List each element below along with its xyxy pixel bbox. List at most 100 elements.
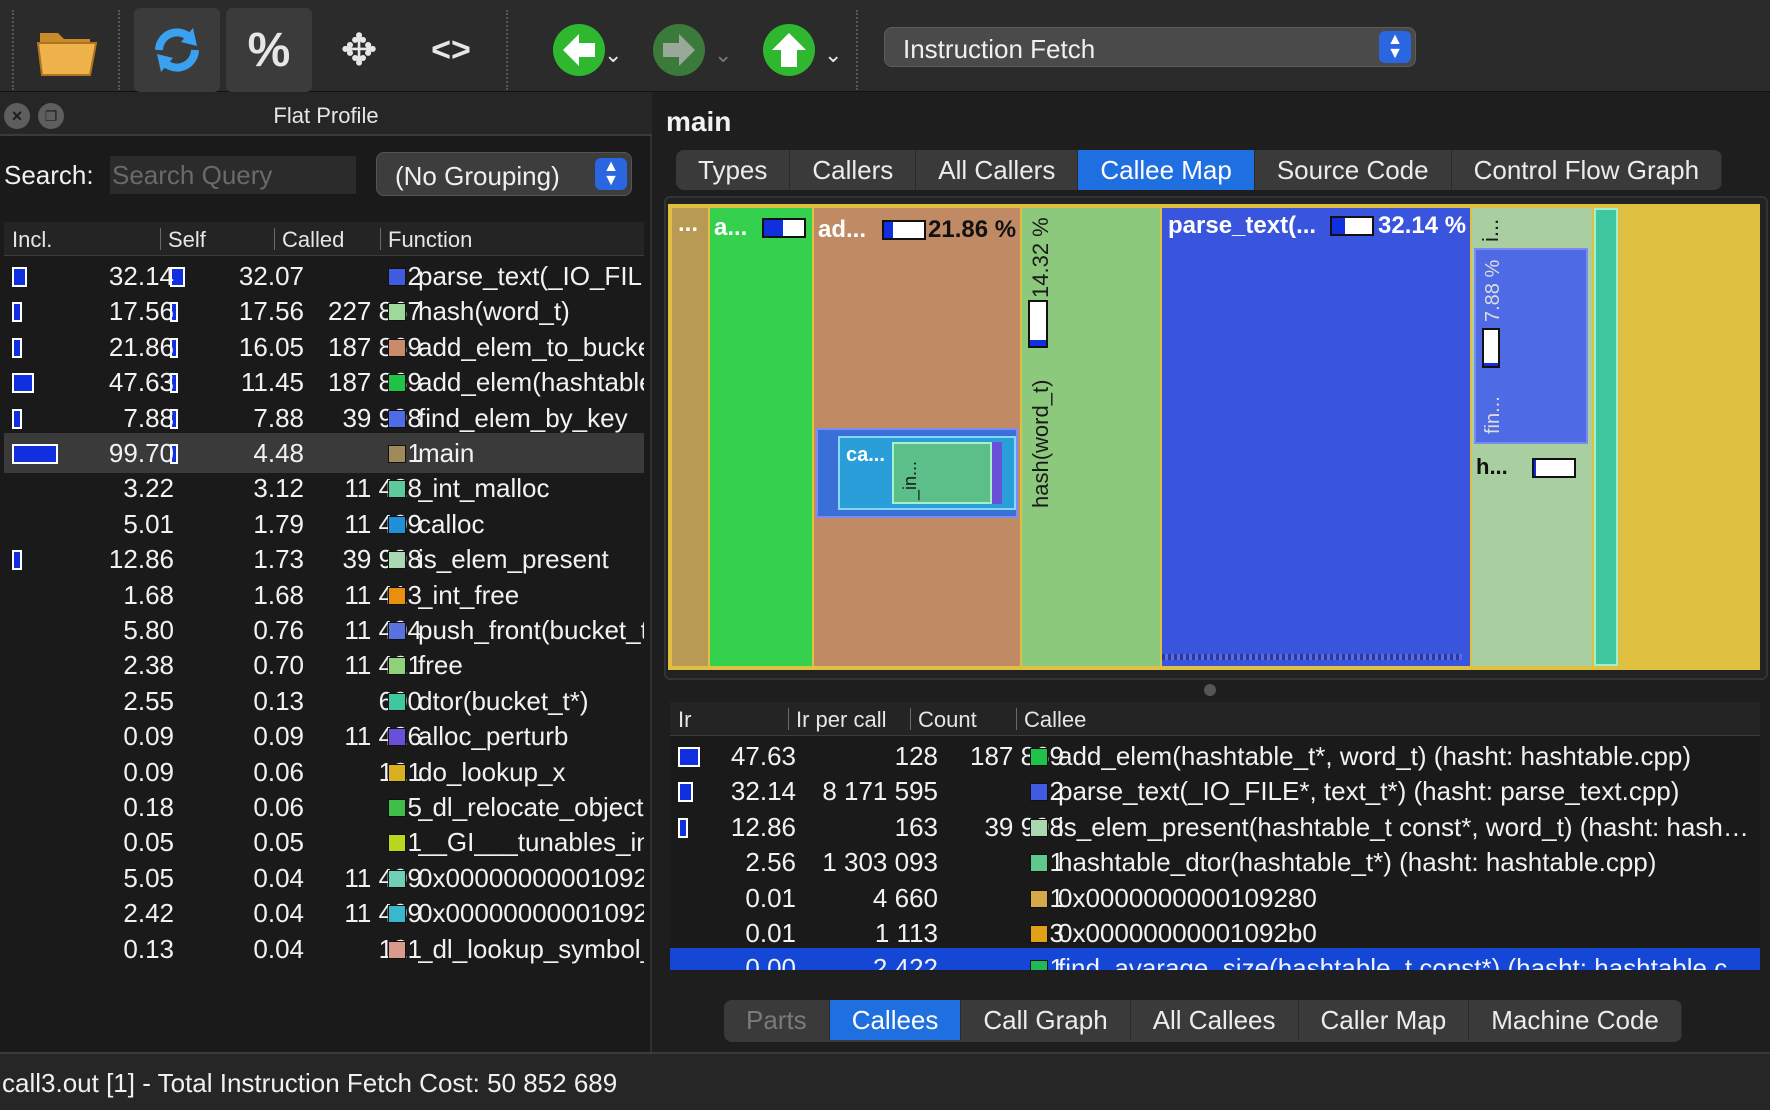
treemap-cell-add-elem[interactable]: a... (710, 208, 812, 666)
forward-history-dropdown[interactable]: ⌄ (714, 42, 732, 68)
table-row[interactable]: 5.01 1.79 11 409 calloc (4, 504, 644, 544)
table-row[interactable]: 12.86 163 39 998 is_elem_present(hashtable_… (670, 807, 1760, 847)
tab-all-callers[interactable]: All Callers (916, 150, 1079, 190)
treemap-cost-bar (882, 220, 926, 240)
treemap-cell-calloc-outer[interactable]: ca... _in... (816, 428, 1018, 518)
function-cell: _int_free (418, 579, 520, 610)
treemap-cell-find-elem[interactable]: fin... 7.88 % (1474, 248, 1588, 444)
tab-parts[interactable]: Parts (724, 1000, 830, 1040)
table-row[interactable]: 5.05 0.04 11 4090x0000000000109280 (4, 858, 644, 898)
callees-table: 47.63 128 187 869 add_elem(hashtable_t*, wo… (670, 736, 1760, 970)
table-row[interactable]: 12.86 1.73 39 998 is_elem_present (4, 539, 644, 579)
search-label: Search: (4, 160, 94, 190)
expand-templates-button[interactable]: <> (408, 8, 494, 92)
tab-caller-map[interactable]: Caller Map (1299, 1000, 1470, 1040)
table-row[interactable]: 2.42 0.04 11 4090x00000000001092b0 (4, 893, 644, 933)
col-self-header[interactable]: Self (168, 227, 206, 253)
table-row[interactable]: 0.09 0.09 11 426 alloc_perturb (4, 716, 644, 756)
treemap-cell-int-malloc[interactable]: _in... (892, 442, 992, 504)
col-callee-header[interactable]: Callee (1024, 707, 1086, 733)
callees-header: Ir Ir per call Count Callee (670, 702, 1760, 736)
tab-types[interactable]: Types (676, 150, 791, 190)
incl-cost-bar (12, 302, 22, 323)
treemap-cell-percent: 32.14 % (1378, 212, 1467, 239)
function-cell: 0x00000000001092b0 (418, 898, 644, 929)
open-button[interactable] (24, 8, 110, 92)
table-row[interactable]: 0.090.06121do_lookup_x (4, 752, 644, 792)
cost-color-swatch (388, 445, 406, 463)
cost-color-swatch (388, 515, 406, 534)
tab-callees[interactable]: Callees (829, 1000, 962, 1040)
treemap-cell-other[interactable]: ... (672, 208, 708, 666)
cost-color-swatch (388, 622, 406, 640)
table-row[interactable]: 2.56 1 303 093 1 hashtable_dtor(hashtable_t… (670, 842, 1760, 882)
table-row[interactable]: 1.68 1.68 11 413 _int_free (4, 575, 644, 615)
cycle-detection-button[interactable]: ✥ (316, 8, 402, 92)
treemap-cell-parse-text[interactable]: parse_text(... 32.14 % (1162, 208, 1470, 666)
grouping-select[interactable]: (No Grouping) ▲ ▼ (376, 152, 632, 196)
incl-cell: 2.55 (123, 685, 174, 716)
tab-control-flow-graph[interactable]: Control Flow Graph (1452, 150, 1723, 190)
treemap-cost-bar (1482, 328, 1500, 368)
refresh-button[interactable] (134, 8, 220, 92)
splitter-handle[interactable] (1204, 684, 1216, 696)
col-ir-per-call-header[interactable]: Ir per call (796, 707, 886, 733)
treemap-cell-label: i... (1478, 218, 1503, 242)
table-row[interactable]: 0.130.04121_dl_lookup_symbol_x (4, 929, 644, 969)
up-history-dropdown[interactable]: ⌄ (824, 42, 842, 68)
table-row[interactable]: 0.18 0.06 5 _dl_relocate_object (4, 787, 644, 827)
table-row[interactable]: 0.05 0.05 1 __GI___tunables_init (4, 822, 644, 862)
col-ir-header[interactable]: Ir (678, 707, 691, 733)
table-row[interactable]: 0.01 4 660 1 0x0000000000109280 (670, 878, 1760, 918)
up-button[interactable] (746, 8, 832, 92)
treemap-cell-calloc[interactable]: ca... _in... (838, 436, 1016, 510)
back-history-dropdown[interactable]: ⌄ (604, 42, 622, 68)
search-input[interactable] (110, 156, 356, 194)
flat-profile-header: Incl. Self Called Function (4, 222, 644, 256)
table-row[interactable]: 0.00 2 422 1 find_avarage_size(hashtable_t … (670, 948, 1760, 970)
treemap-cell-hash[interactable]: hash(word_t) 14.32 % (1022, 208, 1160, 666)
table-row[interactable]: 47.63 11.45 187 869add_elem(hashtable_t*, … (4, 362, 644, 402)
table-row[interactable]: 3.22 3.12 11 428 _int_malloc (4, 468, 644, 508)
table-row[interactable]: 99.70 4.48 1 main (4, 433, 644, 473)
table-row[interactable]: 32.1432.072parse_text(_IO_FILE*, text_t*… (4, 256, 644, 296)
table-row[interactable]: 0.01 1 113 3 0x00000000001092b0 (670, 913, 1760, 953)
treemap-cell-add-elem-to-bucket[interactable]: ad... 21.86 % ca... _in... (814, 208, 1020, 666)
table-row[interactable]: 17.56 17.56 227 867 hash(word_t) (4, 291, 644, 331)
self-cell: 16.05 (238, 331, 304, 362)
ir-cell: 32.14 (730, 776, 796, 807)
tab-source-code[interactable]: Source Code (1255, 150, 1452, 190)
table-row[interactable]: 7.88 7.88 39 998 find_elem_by_key (4, 398, 644, 438)
table-row[interactable]: 5.80 0.76 11 404 push_front(bucket_t*) (4, 610, 644, 650)
col-incl-header[interactable]: Incl. (12, 227, 52, 253)
table-row[interactable]: 21.86 16.05 187 869 add_elem_to_bucket (4, 327, 644, 367)
percentage-button[interactable]: % (226, 8, 312, 92)
called-cell: 11 409 (344, 508, 422, 539)
called-cell: 11 409 (344, 862, 422, 893)
event-type-select[interactable]: Instruction Fetch ▲ ▼ (884, 27, 1416, 67)
tab-call-graph[interactable]: Call Graph (961, 1000, 1131, 1040)
tab-all-callees[interactable]: All Callees (1131, 1000, 1299, 1040)
treemap-cell-is-elem-present[interactable]: i... fin... 7.88 % h... (1472, 208, 1592, 666)
flat-profile-title: Flat Profile (273, 103, 379, 128)
self-cell: 0.04 (253, 862, 304, 893)
incl-cell: 0.05 (123, 827, 174, 858)
ir-per-call-cell: 4 660 (872, 882, 938, 913)
col-called-header[interactable]: Called (282, 227, 344, 253)
forward-button[interactable] (636, 8, 722, 92)
incl-cost-bar (12, 373, 35, 394)
treemap-cell-alloc-perturb[interactable] (992, 442, 1002, 504)
table-row[interactable]: 2.38 0.70 11 421 free (4, 645, 644, 685)
function-detail-panel: main Types Callers All Callers Callee Map So… (654, 92, 1770, 1052)
count-cell: 39 998 (984, 811, 1064, 842)
tab-callee-map[interactable]: Callee Map (1078, 150, 1255, 190)
table-row[interactable]: 47.63 128 187 869 add_elem(hashtable_t*, wo… (670, 736, 1760, 776)
self-cell: 1.68 (253, 579, 304, 610)
tab-machine-code[interactable]: Machine Code (1469, 1000, 1682, 1040)
tab-callers[interactable]: Callers (790, 150, 917, 190)
table-row[interactable]: 32.14 8 171 595 2 parse_text(_IO_FILE*, tex… (670, 771, 1760, 811)
col-function-header[interactable]: Function (388, 227, 472, 253)
col-count-header[interactable]: Count (918, 707, 977, 733)
treemap-cell-hashtable-dtor[interactable] (1594, 208, 1618, 666)
table-row[interactable]: 2.550.13600dtor(bucket_t*) (4, 681, 644, 721)
